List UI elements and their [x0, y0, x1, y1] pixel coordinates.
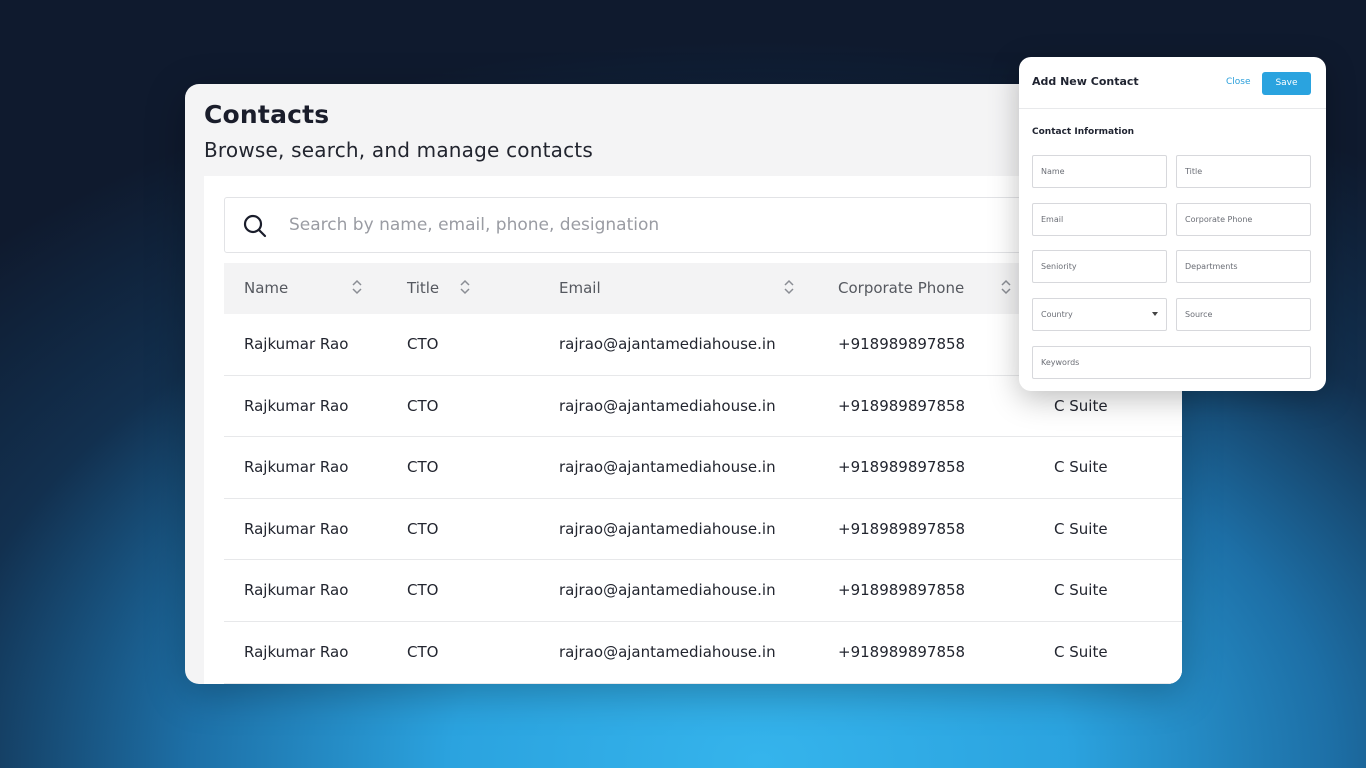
- cell-seniority: C Suite: [1054, 642, 1108, 661]
- email-field[interactable]: Email: [1032, 203, 1167, 236]
- title-field[interactable]: Title: [1176, 155, 1311, 188]
- source-field[interactable]: Source: [1176, 298, 1311, 331]
- table-row[interactable]: Rajkumar Rao CTO rajrao@ajantamediahouse…: [224, 621, 1182, 684]
- cell-phone: +918989897858: [838, 519, 966, 538]
- sort-icon[interactable]: [783, 277, 795, 297]
- cell-name: Rajkumar Rao: [244, 519, 349, 538]
- search-input[interactable]: [289, 198, 1029, 252]
- column-header-label: Name: [244, 279, 289, 297]
- column-header-corporate-phone[interactable]: Corporate Phone: [838, 263, 964, 314]
- table-row[interactable]: Rajkumar Rao CTO rajrao@ajantamediahouse…: [224, 498, 1182, 561]
- seniority-field[interactable]: Seniority: [1032, 250, 1167, 283]
- close-button[interactable]: Close: [1226, 77, 1251, 87]
- table-row[interactable]: Rajkumar Rao CTO rajrao@ajantamediahouse…: [224, 437, 1182, 499]
- country-select-label: Country: [1041, 310, 1073, 319]
- departments-field[interactable]: Departments: [1176, 250, 1311, 283]
- cell-phone: +918989897858: [838, 458, 966, 477]
- column-header-label: Email: [559, 279, 601, 297]
- cell-email: rajrao@ajantamediahouse.in: [559, 335, 776, 353]
- page-subtitle: Browse, search, and manage contacts: [204, 138, 593, 162]
- cell-title: CTO: [407, 581, 439, 600]
- modal-header: Add New Contact Close Save: [1019, 57, 1326, 109]
- table-row[interactable]: Rajkumar Rao CTO rajrao@ajantamediahouse…: [224, 560, 1182, 622]
- cell-title: CTO: [407, 335, 439, 353]
- section-title: Contact Information: [1032, 127, 1135, 137]
- cell-phone: +918989897858: [838, 335, 966, 353]
- add-contact-modal: Add New Contact Close Save Contact Infor…: [1019, 57, 1326, 391]
- save-button[interactable]: Save: [1262, 72, 1311, 95]
- column-header-email[interactable]: Email: [559, 263, 601, 314]
- page-title: Contacts: [204, 100, 330, 129]
- column-header-label: Title: [407, 279, 440, 297]
- cell-seniority: C Suite: [1054, 458, 1108, 477]
- cell-name: Rajkumar Rao: [244, 396, 349, 415]
- cell-name: Rajkumar Rao: [244, 581, 349, 600]
- country-select[interactable]: Country: [1032, 298, 1167, 331]
- cell-seniority: C Suite: [1054, 581, 1108, 600]
- cell-title: CTO: [407, 396, 439, 415]
- cell-email: rajrao@ajantamediahouse.in: [559, 581, 776, 600]
- column-header-label: Corporate Phone: [838, 279, 965, 297]
- corporate-phone-field[interactable]: Corporate Phone: [1176, 203, 1311, 236]
- cell-name: Rajkumar Rao: [244, 458, 349, 477]
- cell-phone: +918989897858: [838, 581, 966, 600]
- cell-title: CTO: [407, 642, 439, 661]
- cell-title: CTO: [407, 519, 439, 538]
- cell-phone: +918989897858: [838, 642, 966, 661]
- cell-title: CTO: [407, 458, 439, 477]
- cell-phone: +918989897858: [838, 396, 966, 415]
- search-box[interactable]: [224, 197, 1044, 253]
- column-header-name[interactable]: Name: [244, 263, 288, 314]
- cell-name: Rajkumar Rao: [244, 335, 349, 353]
- cell-email: rajrao@ajantamediahouse.in: [559, 458, 776, 477]
- sort-icon[interactable]: [351, 277, 363, 297]
- column-header-title[interactable]: Title: [407, 263, 439, 314]
- cell-seniority: C Suite: [1054, 519, 1108, 538]
- name-field[interactable]: Name: [1032, 155, 1167, 188]
- keywords-field[interactable]: Keywords: [1032, 346, 1311, 379]
- chevron-down-icon: [1152, 312, 1158, 316]
- cell-name: Rajkumar Rao: [244, 642, 349, 661]
- search-icon: [243, 214, 267, 238]
- cell-email: rajrao@ajantamediahouse.in: [559, 642, 776, 661]
- cell-email: rajrao@ajantamediahouse.in: [559, 519, 776, 538]
- modal-title: Add New Contact: [1032, 75, 1139, 88]
- sort-icon[interactable]: [459, 277, 471, 297]
- cell-email: rajrao@ajantamediahouse.in: [559, 396, 776, 415]
- sort-icon[interactable]: [1000, 277, 1012, 297]
